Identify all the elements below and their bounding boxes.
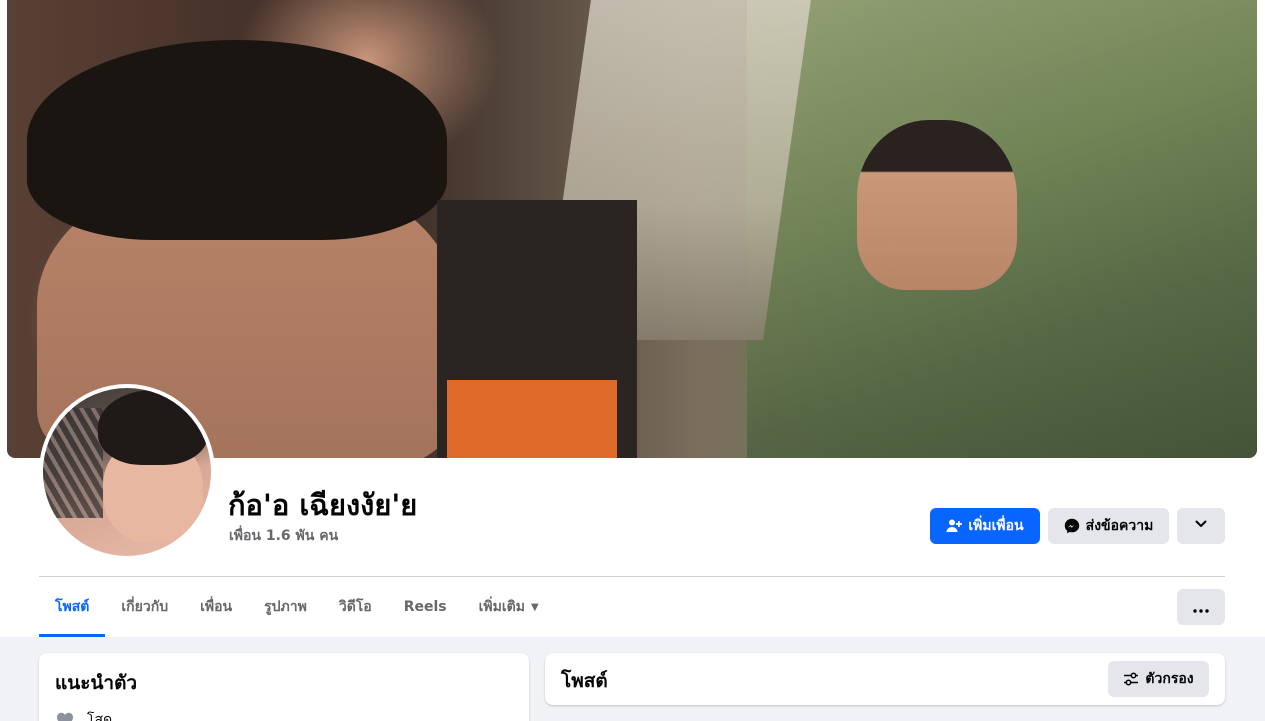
relationship-status: โสด <box>55 709 112 721</box>
profile-tabs: โพสต์ เกี่ยวกับ เพื่อน รูปภาพ วิดีโอ Ree… <box>39 577 555 637</box>
add-friend-button[interactable]: เพิ่มเพื่อน <box>930 508 1040 544</box>
avatar <box>43 388 211 556</box>
filter-label: ตัวกรอง <box>1145 671 1194 687</box>
cover-swimmer <box>857 120 1017 290</box>
tab-posts[interactable]: โพสต์ <box>39 577 106 637</box>
relationship-label: โสด <box>87 712 113 721</box>
cover-photo[interactable] <box>7 0 1257 458</box>
add-friend-label: เพิ่มเพื่อน <box>968 518 1024 534</box>
more-dots-icon <box>1193 598 1209 617</box>
filter-button[interactable]: ตัวกรอง <box>1108 661 1209 697</box>
tab-label: โพสต์ <box>55 599 90 615</box>
posts-title: โพสต์ <box>561 670 608 692</box>
tab-label: เกี่ยวกับ <box>121 599 169 615</box>
profile-options-button[interactable] <box>1177 508 1225 544</box>
message-button[interactable]: ส่งข้อความ <box>1048 508 1169 544</box>
intro-card: แนะนำตัว โสด <box>39 653 529 721</box>
avatar-tattoo <box>43 408 103 518</box>
cover-hair <box>27 40 447 240</box>
tab-friends[interactable]: เพื่อน <box>184 577 248 637</box>
friends-count[interactable]: เพื่อน 1.6 พัน คน <box>229 525 338 547</box>
heart-icon <box>55 710 75 721</box>
tab-label: เพื่อน <box>200 599 233 615</box>
profile-name: ก้อ'อ เฉียงงัย'ย <box>228 488 418 522</box>
tab-reels[interactable]: Reels <box>388 577 463 637</box>
chevron-down-icon <box>1194 517 1208 535</box>
tab-about[interactable]: เกี่ยวกับ <box>105 577 184 637</box>
profile-picture[interactable] <box>39 384 215 560</box>
add-friend-icon <box>946 518 963 534</box>
posts-card: โพสต์ ตัวกรอง <box>545 653 1225 705</box>
tab-videos[interactable]: วิดีโอ <box>323 577 388 637</box>
tab-label: รูปภาพ <box>264 599 307 615</box>
tab-label: วิดีโอ <box>338 599 372 615</box>
avatar-hair <box>98 390 208 465</box>
message-label: ส่งข้อความ <box>1085 518 1154 534</box>
profile-header: ก้อ'อ เฉียงงัย'ย เพื่อน 1.6 พัน คน เพิ่ม… <box>0 0 1265 637</box>
tab-more[interactable]: เพิ่มเติม ▼ <box>463 577 555 637</box>
intro-title: แนะนำตัว <box>55 672 138 694</box>
tab-photos[interactable]: รูปภาพ <box>248 577 323 637</box>
tab-label: Reels <box>403 599 447 615</box>
messenger-icon <box>1064 518 1080 534</box>
tab-label: เพิ่มเติม <box>478 599 525 615</box>
more-options-button[interactable] <box>1177 589 1225 625</box>
cover-orange-strap <box>447 380 617 458</box>
filter-icon <box>1123 671 1139 687</box>
caret-down-icon: ▼ <box>530 601 539 613</box>
